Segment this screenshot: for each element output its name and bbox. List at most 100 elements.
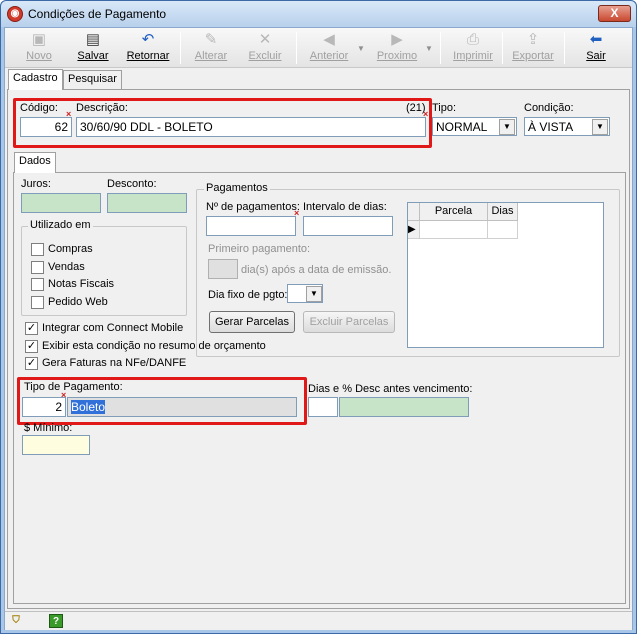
primeiro-pagamento-field[interactable]	[208, 259, 238, 279]
close-button[interactable]: X	[598, 5, 631, 22]
client-area: ▣ Novo ▤ Salvar ↶ Retornar ✎ Alterar ✕ E…	[4, 27, 633, 630]
connect-mobile-checkbox[interactable]: ✓	[25, 322, 38, 335]
save-button[interactable]: ▤ Salvar	[71, 30, 115, 66]
app-icon: ◉	[7, 6, 23, 22]
toolbar: ▣ Novo ▤ Salvar ↶ Retornar ✎ Alterar ✕ E…	[5, 28, 632, 68]
floppy-disk-icon: ▤	[85, 31, 101, 48]
gerar-parcelas-button[interactable]: Gerar Parcelas	[209, 311, 295, 333]
chevron-down-icon[interactable]: ▼	[306, 286, 322, 302]
shield-icon[interactable]: ⛉	[9, 614, 23, 628]
juros-field[interactable]	[21, 193, 101, 213]
utilizado-em-title: Utilizado em	[28, 219, 93, 231]
export-label: Exportar	[512, 50, 554, 62]
printer-icon: ⎙	[466, 31, 479, 48]
next-dropdown-arrow-icon[interactable]: ▼	[425, 44, 433, 53]
n-pagamentos-field[interactable]	[206, 216, 296, 236]
grid-corner	[408, 203, 420, 221]
exit-arrow-icon: ⬅	[589, 31, 603, 48]
excluir-parcelas-button[interactable]: Excluir Parcelas	[303, 311, 395, 333]
compras-label: Compras	[48, 243, 93, 255]
toolbar-separator	[296, 32, 297, 64]
dias-desc-percent-field[interactable]	[339, 397, 469, 417]
intervalo-field[interactable]	[303, 216, 393, 236]
edit-icon: ✎	[204, 31, 218, 48]
export-button[interactable]: ⇪ Exportar	[509, 30, 557, 66]
pedido-web-label: Pedido Web	[48, 296, 108, 308]
connect-mobile-label: Integrar com Connect Mobile	[42, 322, 184, 334]
next-label: Proximo	[376, 50, 418, 62]
delete-button[interactable]: ✕ Excluir	[243, 30, 287, 66]
edit-label: Alterar	[194, 50, 228, 62]
juros-label: Juros:	[21, 178, 51, 190]
delete-icon: ✕	[258, 31, 272, 48]
intervalo-label: Intervalo de dias:	[303, 201, 387, 213]
toolbar-separator	[440, 32, 441, 64]
previous-dropdown-arrow-icon[interactable]: ▼	[357, 44, 365, 53]
tipo-label: Tipo:	[432, 102, 457, 114]
primeiro-pagamento-label: Primeiro pagamento:	[208, 243, 311, 255]
status-bar: ⛉ ?	[5, 611, 632, 630]
gera-faturas-checkbox[interactable]: ✓	[25, 357, 38, 370]
resumo-orcamento-checkbox[interactable]: ✓	[25, 340, 38, 353]
tipo-select-value: NORMAL	[436, 120, 488, 134]
exit-button[interactable]: ⬅ Sair	[577, 30, 615, 66]
highlight-box-tipo-pagamento	[17, 377, 307, 425]
desconto-field[interactable]	[107, 193, 187, 213]
return-button[interactable]: ↶ Retornar	[123, 30, 173, 66]
new-label: Novo	[26, 50, 52, 62]
gera-faturas-label: Gera Faturas na NFe/DANFE	[42, 357, 187, 369]
arrow-left-icon: ◀	[323, 31, 335, 48]
highlight-box-header	[13, 98, 432, 148]
arrow-right-icon: ▶	[391, 31, 403, 48]
tab-cadastro[interactable]: Cadastro	[8, 69, 63, 90]
grid-cell-dias[interactable]	[488, 221, 518, 239]
compras-checkbox[interactable]	[31, 243, 44, 256]
help-icon[interactable]: ?	[49, 614, 63, 628]
notas-fiscais-label: Notas Fiscais	[48, 278, 115, 290]
condicao-select-value: À VISTA	[528, 120, 574, 134]
edit-button[interactable]: ✎ Alterar	[189, 30, 233, 66]
delete-label: Excluir	[248, 50, 282, 62]
dias-desc-label: Dias e % Desc antes vencimento:	[308, 383, 473, 395]
parcelas-grid[interactable]: Parcela Dias ▶	[407, 202, 604, 348]
pagamentos-title: Pagamentos	[204, 182, 270, 194]
exit-label: Sair	[586, 50, 606, 62]
undo-arrow-icon: ↶	[141, 31, 155, 48]
window-title: Condições de Pagamento	[28, 7, 167, 21]
tab-pesquisar[interactable]: Pesquisar	[63, 70, 122, 89]
save-label: Salvar	[77, 50, 109, 62]
dia-fixo-label: Dia fixo de pgto:	[208, 289, 288, 301]
toolbar-separator	[180, 32, 181, 64]
chevron-down-icon[interactable]: ▼	[592, 119, 608, 135]
previous-label: Anterior	[309, 50, 349, 62]
print-button[interactable]: ⎙ Imprimir	[449, 30, 497, 66]
dados-panel: Juros: Desconto: Utilizado em Compras Ve…	[13, 172, 626, 604]
desconto-label: Desconto:	[107, 178, 157, 190]
minimo-field[interactable]	[22, 435, 90, 455]
condicao-label: Condição:	[524, 102, 574, 114]
grid-cell-parcela[interactable]	[420, 221, 488, 239]
tab-dados[interactable]: Dados	[14, 152, 56, 173]
title-bar: ◉ Condições de Pagamento X	[1, 1, 636, 27]
new-button[interactable]: ▣ Novo	[19, 30, 59, 66]
vendas-checkbox[interactable]	[31, 261, 44, 274]
chevron-down-icon[interactable]: ▼	[499, 119, 515, 135]
app-window: ◉ Condições de Pagamento X ▣ Novo ▤ Salv…	[0, 0, 637, 634]
dias-desc-days-field[interactable]	[308, 397, 338, 417]
toolbar-separator	[564, 32, 565, 64]
previous-button[interactable]: ◀ Anterior	[303, 30, 355, 66]
return-label: Retornar	[126, 50, 170, 62]
n-pagamentos-label: Nº de pagamentos:	[206, 201, 300, 213]
grid-header-dias[interactable]: Dias	[488, 203, 518, 221]
cadastro-panel: Código: 62 × Descrição: (21) × 30/60/90 …	[7, 89, 630, 609]
new-document-icon: ▣	[31, 31, 47, 48]
pedido-web-checkbox[interactable]	[31, 296, 44, 309]
next-button[interactable]: ▶ Proximo	[371, 30, 423, 66]
vendas-label: Vendas	[48, 261, 85, 273]
dias-apos-label: dia(s) após a data de emissão.	[241, 264, 392, 276]
grid-header-parcela[interactable]: Parcela	[420, 203, 488, 221]
minimo-label: $ Mínimo:	[24, 422, 73, 434]
export-icon: ⇪	[526, 31, 540, 48]
notas-fiscais-checkbox[interactable]	[31, 278, 44, 291]
row-indicator-icon: ▶	[408, 221, 420, 239]
